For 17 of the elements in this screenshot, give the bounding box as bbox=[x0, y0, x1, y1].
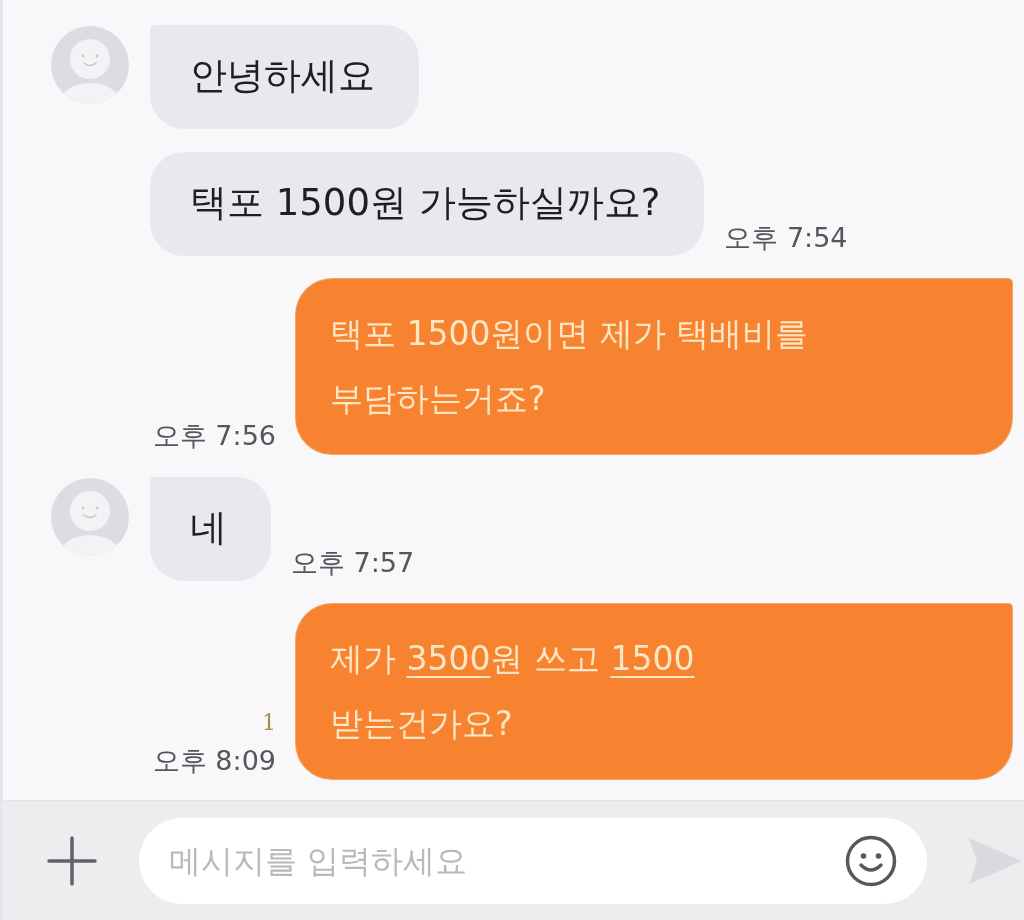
emoji-button[interactable] bbox=[845, 834, 897, 887]
smiley-icon bbox=[845, 834, 897, 887]
message-text: 제가 3500원 쓰고 1500 받는건가요? bbox=[330, 638, 696, 745]
message-input[interactable]: 메시지를 입력하세요 bbox=[139, 817, 927, 904]
number-link[interactable]: 1500 bbox=[610, 639, 695, 678]
message-text: 안녕하세요 bbox=[190, 53, 375, 99]
unread-count: 1 bbox=[262, 709, 276, 737]
message-text: 택포 1500원이면 제가 택배비를 부담하는거죠? bbox=[330, 313, 810, 420]
message-time: 오후 7:56 bbox=[152, 419, 276, 453]
message-time: 오후 7:54 bbox=[724, 221, 848, 255]
message-time: 오후 8:09 bbox=[152, 744, 276, 778]
plus-icon bbox=[45, 833, 99, 888]
number-link[interactable]: 3500 bbox=[406, 639, 491, 678]
message-text: 택포 1500원 가능하실까요? bbox=[190, 180, 661, 226]
add-button[interactable] bbox=[45, 833, 99, 888]
message-time: 오후 7:57 bbox=[291, 546, 415, 580]
message-text: 네 bbox=[190, 505, 227, 551]
